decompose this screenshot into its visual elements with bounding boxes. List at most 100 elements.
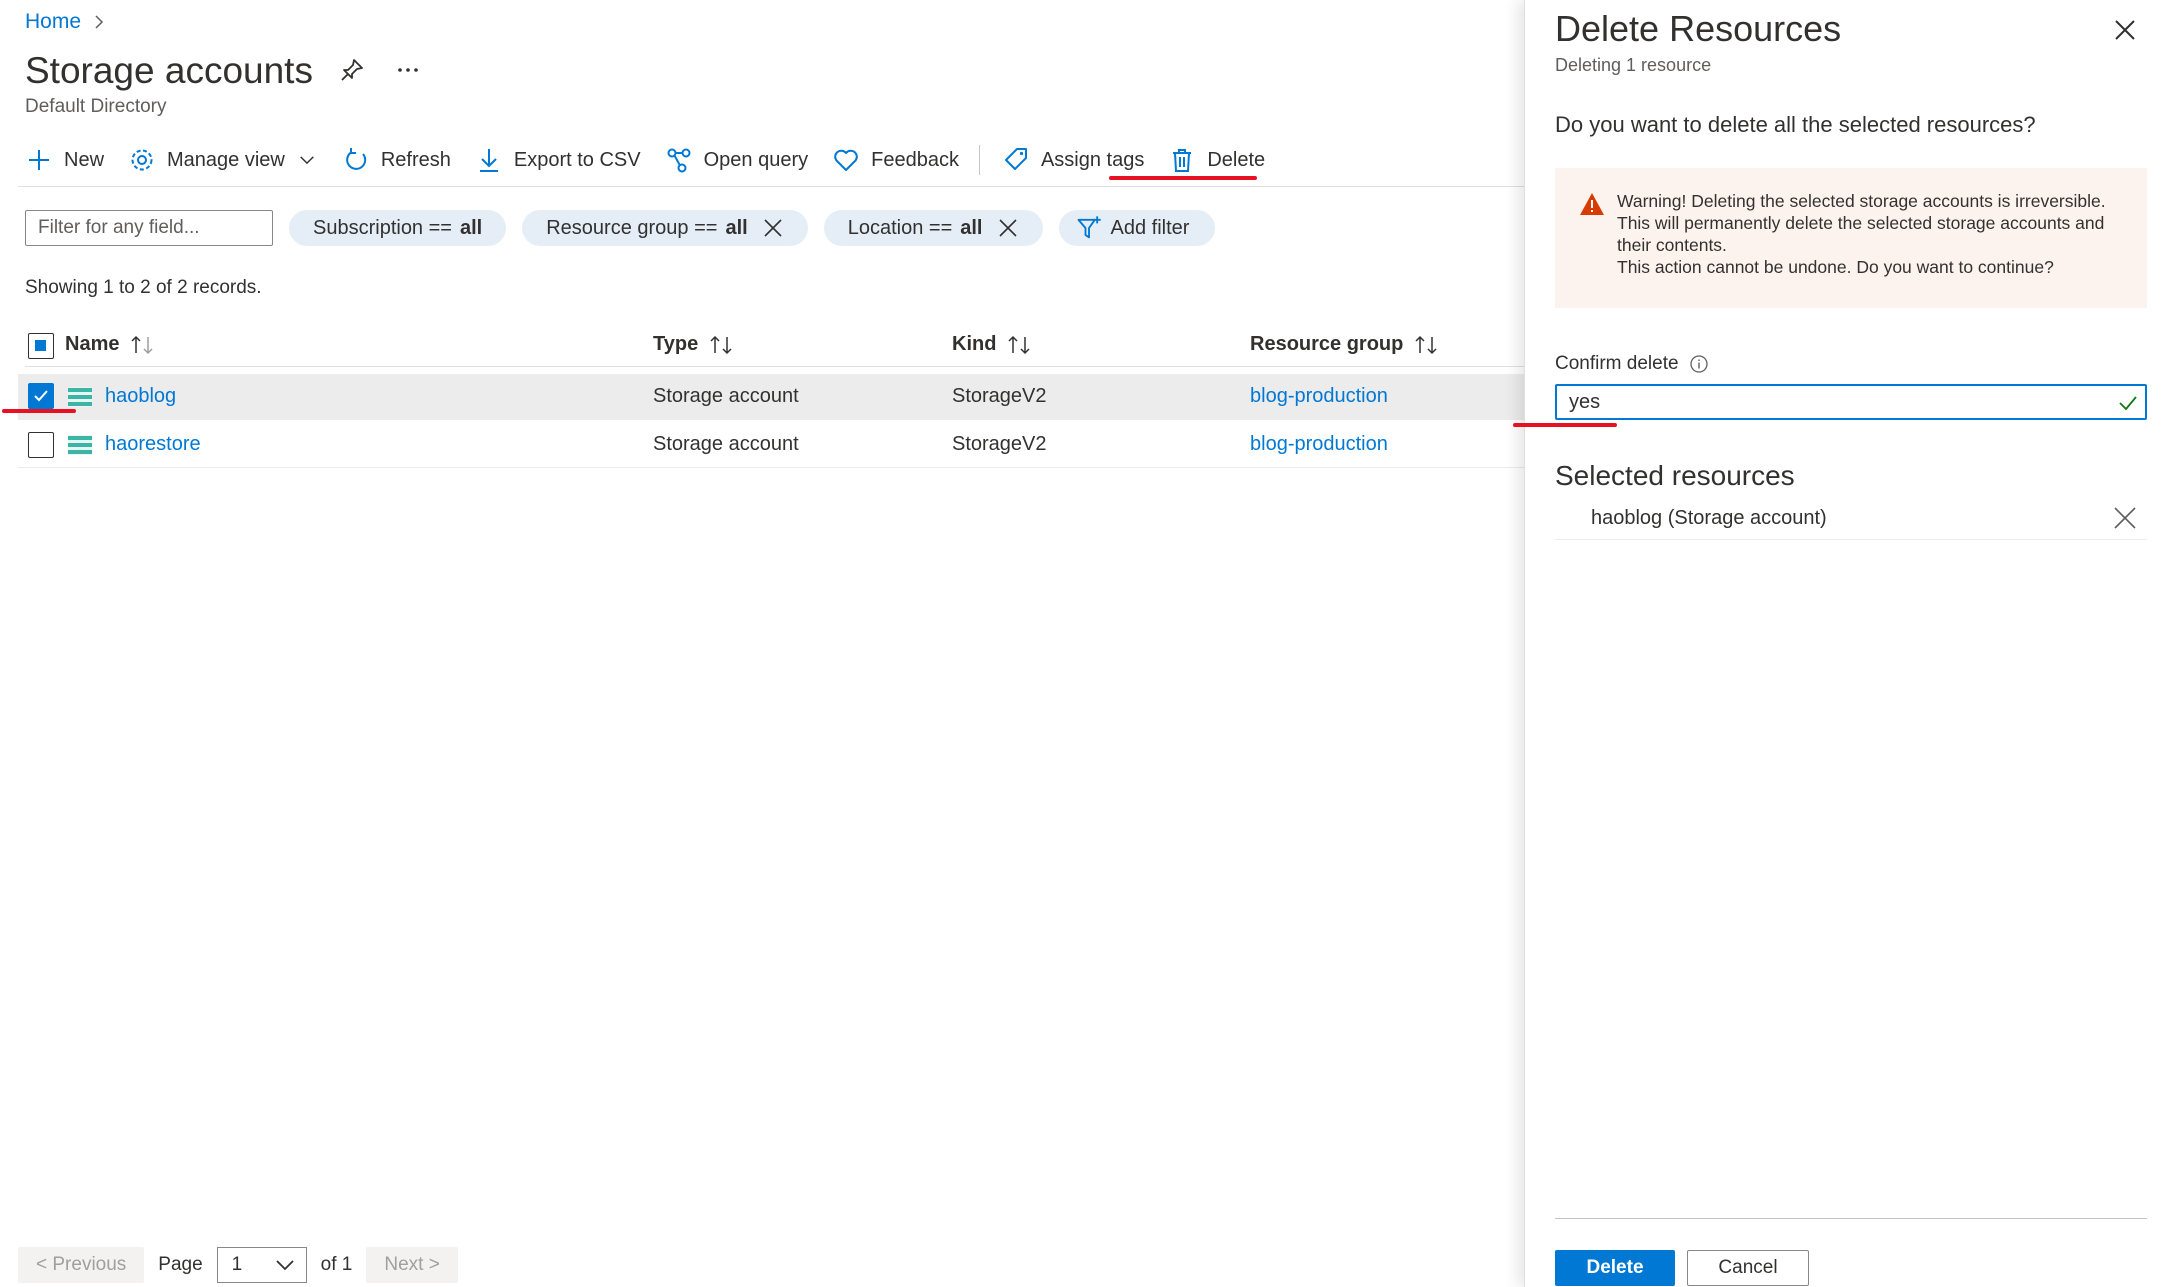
refresh-label: Refresh bbox=[380, 148, 451, 171]
more-icon[interactable] bbox=[394, 56, 422, 84]
row-resource-group-link[interactable]: blog-production bbox=[1250, 433, 1388, 456]
selected-resources-heading: Selected resources bbox=[1555, 460, 1795, 491]
info-icon[interactable] bbox=[1689, 354, 1709, 374]
panel-subtitle: Deleting 1 resource bbox=[1555, 55, 1712, 75]
storage-icon bbox=[68, 387, 92, 407]
confirm-delete-label-text: Confirm delete bbox=[1555, 353, 1679, 374]
location-filter-label: Location == bbox=[847, 216, 953, 239]
row-type: Storage account bbox=[653, 433, 799, 455]
filter-input[interactable] bbox=[25, 210, 273, 246]
next-page-button[interactable]: Next > bbox=[366, 1247, 458, 1283]
sort-icon bbox=[1008, 335, 1030, 354]
refresh-icon bbox=[346, 148, 366, 170]
page-select-value: 1 bbox=[231, 1254, 243, 1275]
subscription-filter-label: Subscription == bbox=[313, 216, 452, 239]
warning-line: Warning! Deleting the selected storage a… bbox=[1617, 191, 2106, 211]
annotation-underline-checkbox bbox=[2, 409, 76, 413]
delete-label: Delete bbox=[1207, 148, 1266, 171]
page-title: Storage accounts bbox=[25, 50, 313, 91]
close-icon[interactable] bbox=[2111, 16, 2139, 44]
close-icon[interactable] bbox=[762, 217, 784, 239]
toolbar-divider bbox=[18, 186, 1524, 187]
page-select[interactable]: 1 bbox=[216, 1247, 307, 1283]
delete-question: Do you want to delete all the selected r… bbox=[1555, 112, 2036, 137]
trash-icon bbox=[1173, 149, 1192, 172]
open-query-button[interactable]: Open query bbox=[665, 140, 809, 180]
page-label: Page bbox=[158, 1254, 203, 1275]
row-checkbox[interactable] bbox=[28, 432, 54, 458]
location-filter-pill[interactable]: Location == all bbox=[823, 210, 1043, 246]
resource-group-filter-pill[interactable]: Resource group == all bbox=[522, 210, 808, 246]
confirm-delete-label: Confirm delete bbox=[1555, 353, 1709, 375]
sort-icon bbox=[131, 335, 154, 354]
cancel-button[interactable]: Cancel bbox=[1687, 1250, 1809, 1286]
chevron-right-icon bbox=[95, 15, 104, 29]
previous-page-button[interactable]: < Previous bbox=[18, 1247, 145, 1283]
annotation-underline-delete bbox=[1109, 176, 1257, 180]
filter-bar: Subscription == all Resource group == al… bbox=[25, 210, 1216, 246]
add-filter-button[interactable]: Add filter bbox=[1058, 210, 1216, 246]
column-header-name-label: Name bbox=[65, 333, 120, 355]
breadcrumb-home-link[interactable]: Home bbox=[25, 10, 81, 34]
table-row[interactable]: haorestore Storage account StorageV2 blo… bbox=[18, 422, 1524, 468]
assign-tags-button[interactable]: Assign tags bbox=[1002, 140, 1144, 180]
new-button-label: New bbox=[64, 148, 105, 171]
warning-line: This will permanently delete the selecte… bbox=[1617, 213, 2105, 233]
close-icon[interactable] bbox=[997, 217, 1019, 239]
pin-icon[interactable] bbox=[338, 56, 366, 84]
page-subtitle: Default Directory bbox=[25, 96, 167, 117]
subscription-filter-value: all bbox=[459, 216, 483, 239]
manage-view-label: Manage view bbox=[167, 148, 285, 171]
column-header-name[interactable]: Name bbox=[65, 333, 157, 356]
close-icon[interactable] bbox=[2111, 504, 2139, 532]
column-header-kind[interactable]: Kind bbox=[952, 333, 1034, 356]
subscription-filter-pill[interactable]: Subscription == all bbox=[289, 210, 507, 246]
heart-icon bbox=[834, 149, 858, 171]
add-filter-label: Add filter bbox=[1110, 216, 1190, 239]
row-resource-group-link[interactable]: blog-production bbox=[1250, 385, 1388, 408]
storage-accounts-page: Home Storage accounts Default Directory … bbox=[0, 0, 1524, 1287]
delete-button[interactable]: Delete bbox=[1168, 140, 1265, 180]
panel-footer-divider bbox=[1555, 1218, 2147, 1219]
select-all-checkbox[interactable] bbox=[28, 333, 54, 359]
annotation-underline-confirm bbox=[1513, 423, 1617, 427]
table-row[interactable]: haoblog Storage account StorageV2 blog-p… bbox=[18, 374, 1524, 420]
assign-tags-label: Assign tags bbox=[1040, 148, 1145, 171]
confirm-delete-input[interactable] bbox=[1555, 384, 2147, 420]
export-csv-button[interactable]: Export to CSV bbox=[475, 140, 641, 180]
title-actions bbox=[338, 56, 422, 84]
column-header-resource-group-label: Resource group bbox=[1250, 333, 1404, 355]
column-header-type-label: Type bbox=[653, 333, 699, 355]
row-name-link[interactable]: haoblog bbox=[105, 385, 176, 408]
row-type: Storage account bbox=[653, 385, 799, 407]
column-header-resource-group[interactable]: Resource group bbox=[1250, 333, 1441, 356]
tag-icon bbox=[1004, 148, 1027, 170]
row-checkbox[interactable] bbox=[28, 383, 54, 409]
resource-group-filter-label: Resource group == bbox=[546, 216, 718, 239]
manage-view-button[interactable]: Manage view bbox=[128, 140, 318, 180]
warning-icon bbox=[1580, 193, 1604, 215]
download-icon bbox=[479, 149, 498, 172]
page-total-label: of 1 bbox=[320, 1254, 353, 1275]
export-csv-label: Export to CSV bbox=[513, 148, 641, 171]
checkmark-icon bbox=[2119, 396, 2137, 411]
warning-line: their contents. bbox=[1617, 235, 1727, 255]
row-name-link[interactable]: haorestore bbox=[105, 433, 201, 456]
confirm-delete-button[interactable]: Delete bbox=[1555, 1250, 1675, 1286]
selected-resource-item: haoblog (Storage account) bbox=[1555, 500, 2147, 540]
panel-title: Delete Resources bbox=[1555, 8, 1842, 49]
sort-icon bbox=[710, 335, 732, 354]
chevron-down-icon bbox=[300, 156, 314, 165]
feedback-button[interactable]: Feedback bbox=[832, 140, 959, 180]
warning-line: This action cannot be undone. Do you wan… bbox=[1617, 257, 2054, 277]
checkmark-icon bbox=[34, 390, 48, 402]
delete-resources-panel: Delete Resources Deleting 1 resource Do … bbox=[1513, 0, 2165, 1287]
refresh-button[interactable]: Refresh bbox=[342, 140, 451, 180]
sort-icon bbox=[1415, 335, 1437, 354]
column-header-type[interactable]: Type bbox=[653, 333, 736, 356]
chevron-down-icon bbox=[276, 1260, 294, 1271]
open-query-label: Open query bbox=[703, 148, 809, 171]
new-button[interactable]: New bbox=[25, 140, 104, 180]
selected-resource-name: haoblog (Storage account) bbox=[1591, 507, 1827, 529]
record-count: Showing 1 to 2 of 2 records. bbox=[25, 277, 262, 298]
